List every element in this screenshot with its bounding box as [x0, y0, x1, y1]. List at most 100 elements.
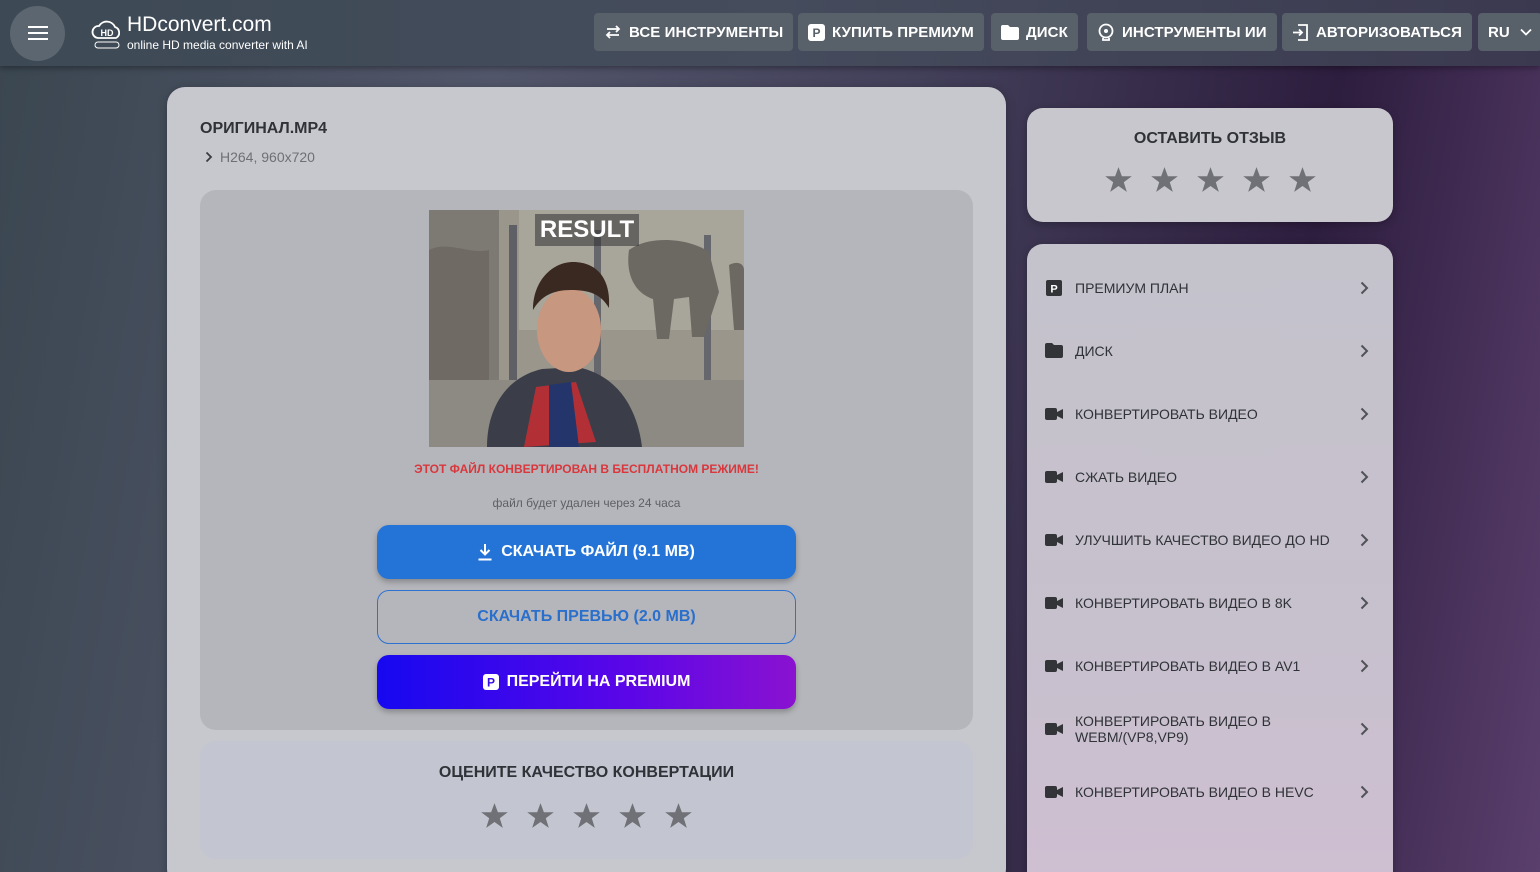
- ai-tools-label: ИНСТРУМЕНТЫ ИИ: [1122, 23, 1267, 41]
- svg-text:P: P: [1050, 283, 1057, 295]
- swap-arrows-icon: [605, 25, 621, 39]
- star-icon: [1104, 167, 1132, 192]
- download-file-label: СКАЧАТЬ ФАЙЛ (9.1 MB): [501, 543, 695, 560]
- chevron-down-icon: [1520, 28, 1532, 36]
- brand-tagline: online HD media converter with AI: [127, 38, 308, 52]
- result-panel: RESULT ЭТОТ ФАЙЛ КОНВЕРТИРОВАН В БЕСПЛАТ…: [200, 190, 973, 730]
- video-camera-icon: [1045, 721, 1063, 737]
- video-camera-icon: [1045, 784, 1063, 800]
- ai-tools-button[interactable]: ИНСТРУМЕНТЫ ИИ: [1087, 13, 1277, 51]
- sidebar-item-label: КОНВЕРТИРОВАТЬ ВИДЕО В WEBM/(VP8,VP9): [1075, 712, 1271, 745]
- sidebar-item-label: КОНВЕРТИРОВАТЬ ВИДЕО: [1075, 405, 1258, 422]
- star-icon: [664, 803, 692, 828]
- download-preview-label: СКАЧАТЬ ПРЕВЬЮ (2.0 MB): [477, 608, 696, 625]
- login-icon: [1293, 23, 1308, 41]
- rating-star-1[interactable]: [471, 801, 517, 831]
- ai-brain-icon: [1098, 23, 1114, 41]
- chevron-right-icon: [1360, 659, 1369, 672]
- review-star-5[interactable]: [1279, 165, 1325, 195]
- file-codec-info: H264, 960x720: [220, 149, 315, 165]
- leave-review-card: ОСТАВИТЬ ОТЗЫВ: [1027, 108, 1393, 222]
- folder-icon: [1045, 343, 1063, 359]
- go-premium-label: ПЕРЕЙТИ НА PREMIUM: [506, 673, 691, 690]
- folder-icon: [1001, 24, 1019, 40]
- sidebar-item-label: КОНВЕРТИРОВАТЬ ВИДЕО В HEVC: [1075, 783, 1314, 800]
- star-icon: [1196, 167, 1224, 192]
- sidebar-item-upscale-hd[interactable]: УЛУЧШИТЬ КАЧЕСТВО ВИДЕО ДО HD: [1027, 508, 1393, 571]
- sidebar-item-premium-plan[interactable]: P ПРЕМИУМ ПЛАН: [1027, 256, 1393, 319]
- video-preview-thumbnail[interactable]: RESULT: [429, 210, 744, 447]
- review-rating-stars: [1095, 165, 1325, 195]
- brand-name: HDconvert.com: [127, 13, 272, 36]
- premium-p-icon: P: [808, 23, 825, 41]
- download-preview-button[interactable]: СКАЧАТЬ ПРЕВЬЮ (2.0 MB): [377, 590, 796, 644]
- svg-text:P: P: [487, 676, 495, 690]
- star-icon: [526, 803, 554, 828]
- video-camera-icon: [1045, 406, 1063, 422]
- review-star-2[interactable]: [1141, 165, 1187, 195]
- login-label: АВТОРИЗОВАТЬСЯ: [1316, 23, 1462, 41]
- buy-premium-label: КУПИТЬ ПРЕМИУМ: [832, 23, 974, 41]
- chevron-right-icon: [1360, 344, 1369, 357]
- download-icon: [478, 543, 492, 560]
- menu-icon: [28, 26, 48, 28]
- login-button[interactable]: АВТОРИЗОВАТЬСЯ: [1282, 13, 1472, 51]
- sidebar-item-label: КОНВЕРТИРОВАТЬ ВИДЕО В 8K: [1075, 594, 1293, 611]
- chevron-right-icon: [1360, 596, 1369, 609]
- conversion-result-card: ОРИГИНАЛ.MP4 H264, 960x720 RESULT ЭТОТ Ф…: [167, 87, 1006, 872]
- star-icon: [1242, 167, 1270, 192]
- video-camera-icon: [1045, 469, 1063, 485]
- review-star-1[interactable]: [1095, 165, 1141, 195]
- video-camera-icon: [1045, 532, 1063, 548]
- sidebar-item-convert-video[interactable]: КОНВЕРТИРОВАТЬ ВИДЕО: [1027, 382, 1393, 445]
- star-icon: [1288, 167, 1316, 192]
- top-navigation-bar: HD HDconvert.com online HD media convert…: [0, 0, 1540, 66]
- leave-review-title: ОСТАВИТЬ ОТЗЫВ: [1133, 130, 1287, 147]
- star-icon: [572, 803, 600, 828]
- file-name: ОРИГИНАЛ.MP4: [200, 120, 328, 137]
- sidebar-item-convert-hevc[interactable]: КОНВЕРТИРОВАТЬ ВИДЕО В HEVC: [1027, 760, 1393, 823]
- svg-text:P: P: [812, 26, 820, 40]
- all-tools-button[interactable]: ВСЕ ИНСТРУМЕНТЫ: [594, 13, 794, 51]
- chevron-right-icon: [1360, 470, 1369, 483]
- download-file-button[interactable]: СКАЧАТЬ ФАЙЛ (9.1 MB): [377, 525, 796, 579]
- svg-text:HD: HD: [101, 28, 114, 38]
- sidebar-item-disk[interactable]: ДИСК: [1027, 319, 1393, 382]
- hamburger-menu-button[interactable]: [10, 6, 65, 61]
- chevron-right-icon: [1360, 281, 1369, 294]
- review-star-3[interactable]: [1187, 165, 1233, 195]
- review-star-4[interactable]: [1233, 165, 1279, 195]
- rating-star-2[interactable]: [517, 801, 563, 831]
- sidebar-item-convert-webm[interactable]: КОНВЕРТИРОВАТЬ ВИДЕО В WEBM/(VP8,VP9): [1027, 697, 1393, 760]
- file-info-toggle[interactable]: H264, 960x720: [205, 149, 315, 165]
- disk-label: ДИСК: [1026, 23, 1068, 41]
- go-premium-button[interactable]: P ПЕРЕЙТИ НА PREMIUM: [377, 655, 796, 709]
- conversion-rating-stars: [471, 801, 701, 831]
- video-camera-icon: [1045, 658, 1063, 674]
- all-tools-label: ВСЕ ИНСТРУМЕНТЫ: [629, 23, 784, 41]
- sidebar-item-label: СЖАТЬ ВИДЕО: [1075, 468, 1178, 485]
- star-icon: [480, 803, 508, 828]
- chevron-right-icon: [1360, 533, 1369, 546]
- deletion-notice: файл будет удален через 24 часа: [492, 496, 681, 510]
- rating-star-4[interactable]: [609, 801, 655, 831]
- sidebar-item-compress-video[interactable]: СЖАТЬ ВИДЕО: [1027, 445, 1393, 508]
- disk-button[interactable]: ДИСК: [991, 13, 1078, 51]
- star-icon: [1150, 167, 1178, 192]
- sidebar-item-convert-av1[interactable]: КОНВЕРТИРОВАТЬ ВИДЕО В AV1: [1027, 634, 1393, 697]
- language-label: RU: [1488, 23, 1510, 41]
- language-selector[interactable]: RU: [1478, 13, 1540, 51]
- premium-p-icon: P: [482, 674, 499, 690]
- buy-premium-button[interactable]: P КУПИТЬ ПРЕМИУМ: [798, 13, 984, 51]
- chevron-right-icon: [1360, 785, 1369, 798]
- tools-sidebar: P ПРЕМИУМ ПЛАН ДИСК КОНВЕРТИРОВАТЬ ВИДЕО…: [1027, 244, 1393, 872]
- rating-star-3[interactable]: [563, 801, 609, 831]
- premium-p-icon: P: [1045, 279, 1063, 296]
- sidebar-item-convert-8k[interactable]: КОНВЕРТИРОВАТЬ ВИДЕО В 8K: [1027, 571, 1393, 634]
- sidebar-item-label: ДИСК: [1075, 342, 1113, 359]
- free-mode-warning: ЭТОТ ФАЙЛ КОНВЕРТИРОВАН В БЕСПЛАТНОМ РЕЖ…: [414, 462, 759, 476]
- rate-conversion-panel: ОЦЕНИТЕ КАЧЕСТВО КОНВЕРТАЦИИ: [200, 741, 973, 859]
- rating-star-5[interactable]: [655, 801, 701, 831]
- rate-conversion-title: ОЦЕНИТЕ КАЧЕСТВО КОНВЕРТАЦИИ: [438, 764, 735, 781]
- result-watermark: RESULT: [535, 214, 639, 246]
